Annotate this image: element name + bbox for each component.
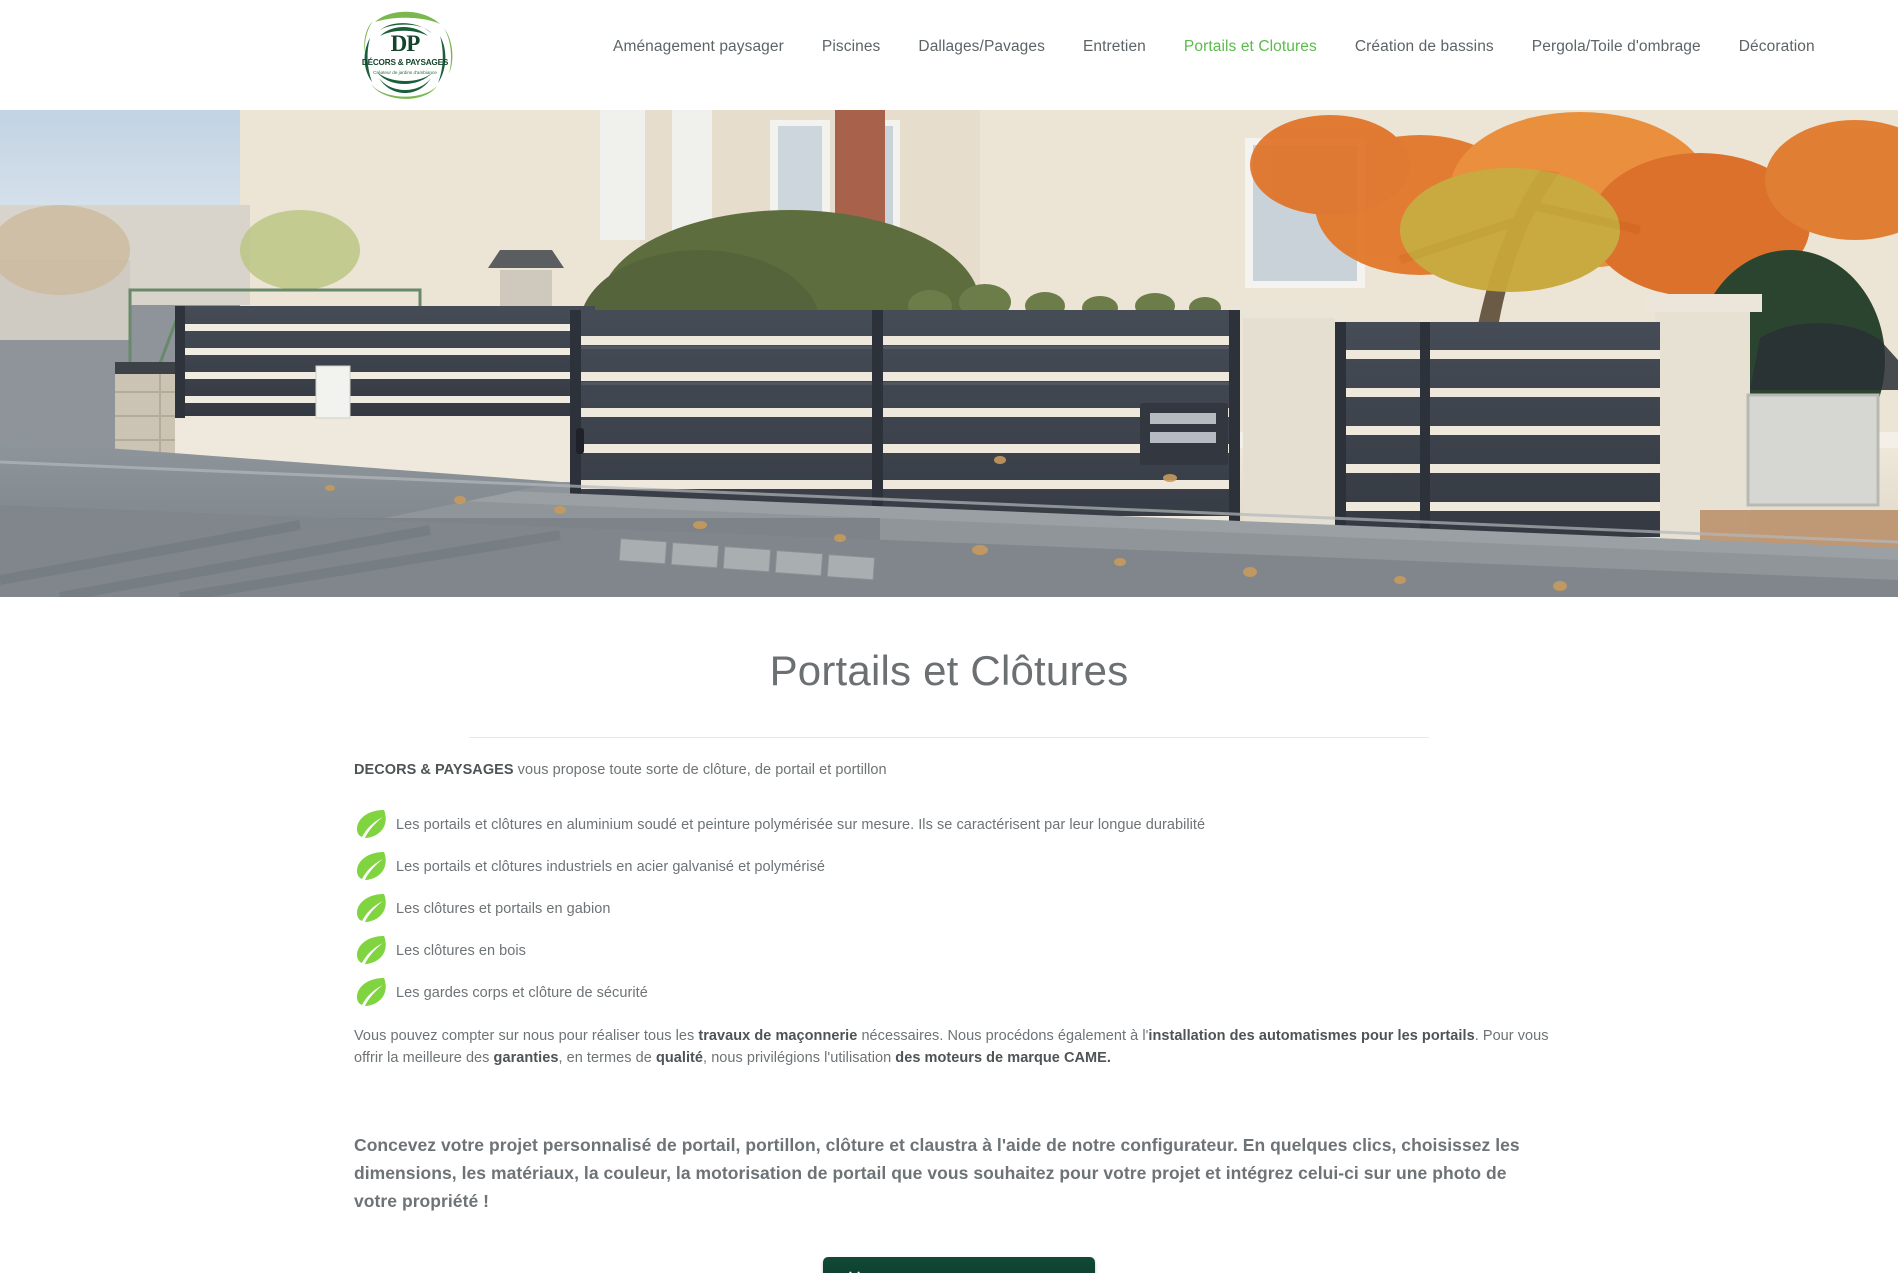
- site-header: DP DÉCORS & PAYSAGES Créateur de jardins…: [0, 0, 1898, 110]
- para-bold-moteurs-came: des moteurs de marque CAME.: [895, 1049, 1111, 1066]
- list-item-label: Les portails et clôtures industriels en …: [396, 859, 825, 875]
- nav-item-entretien[interactable]: Entretien: [1064, 36, 1165, 58]
- logo-mark-icon: DP DÉCORS & PAYSAGES Créateur de jardins…: [362, 11, 453, 99]
- page-title: Portails et Clôtures: [769, 647, 1129, 694]
- para-bold-automatismes: installation des automatismes pour les p…: [1148, 1028, 1475, 1044]
- para-text-2: nécessaires. Nous procédons également à …: [857, 1028, 1149, 1044]
- lead-text: vous propose toute sorte de clôture, de …: [513, 762, 887, 778]
- nav-item-piscines[interactable]: Piscines: [803, 36, 900, 58]
- cta-row: Démarrer un nouveau projet: [354, 1257, 1564, 1273]
- list-item: Les clôtures et portails en gabion: [354, 890, 1554, 924]
- masonry-paragraph: Vous pouvez compter sur nous pour réalis…: [354, 1026, 1554, 1069]
- nav-item-pergola-toile-ombrage[interactable]: Pergola/Toile d'ombrage: [1513, 36, 1720, 58]
- hero-banner-image: [0, 110, 1898, 597]
- para-text-4: , en termes de: [558, 1049, 656, 1066]
- svg-text:DÉCORS & PAYSAGES: DÉCORS & PAYSAGES: [362, 57, 449, 67]
- list-item-label: Les portails et clôtures en aluminium so…: [396, 817, 1206, 833]
- svg-text:Créateur de jardins d'ambiance: Créateur de jardins d'ambiance: [373, 70, 437, 75]
- page-content: Portails et Clôtures DECORS & PAYSAGES v…: [0, 647, 1898, 1273]
- list-item-label: Les clôtures et portails en gabion: [396, 901, 611, 917]
- para-bold-travaux: travaux de maçonnerie: [698, 1028, 858, 1044]
- para-bold-garanties: garanties: [493, 1049, 559, 1066]
- list-item-label: Les gardes corps et clôture de sécurité: [396, 985, 648, 1001]
- leaf-bullet-icon: [357, 810, 386, 838]
- list-item: Les gardes corps et clôture de sécurité: [354, 974, 1554, 1008]
- services-list: Les portails et clôtures en aluminium so…: [354, 806, 1554, 1008]
- nav-item-decoration[interactable]: Décoration: [1720, 36, 1834, 58]
- lead-brand-name: DECORS & PAYSAGES: [354, 762, 514, 778]
- nav-item-creation-de-bassins[interactable]: Création de bassins: [1336, 36, 1513, 58]
- nav-item-portails-et-clotures[interactable]: Portails et Clotures: [1165, 36, 1336, 58]
- hero-photo: [0, 110, 1898, 597]
- configurator-callout: Concevez votre projet personnalisé de po…: [354, 1135, 1520, 1211]
- main-navigation: Aménagement paysager Piscines Dallages/P…: [594, 36, 1834, 58]
- lead-paragraph: DECORS & PAYSAGES vous propose toute sor…: [354, 760, 1554, 780]
- list-item: Les clôtures en bois: [354, 932, 1554, 966]
- site-logo[interactable]: DP DÉCORS & PAYSAGES Créateur de jardins…: [345, 2, 465, 106]
- para-text-5: , nous privilégions l'utilisation: [703, 1049, 896, 1066]
- para-bold-qualite: qualité: [655, 1049, 704, 1066]
- leaf-bullet-icon: [357, 978, 386, 1006]
- article-body: DECORS & PAYSAGES vous propose toute sor…: [344, 738, 1554, 1273]
- list-item-label: Les clôtures en bois: [396, 943, 526, 959]
- start-new-project-button[interactable]: Démarrer un nouveau projet: [822, 1257, 1096, 1273]
- leaf-bullet-icon: [357, 894, 386, 922]
- leaf-bullet-icon: [357, 936, 386, 964]
- para-text-1: Vous pouvez compter sur nous pour réalis…: [354, 1028, 699, 1044]
- leaf-bullet-icon: [357, 852, 386, 880]
- svg-text:DP: DP: [391, 31, 421, 56]
- nav-item-amenagement-paysager[interactable]: Aménagement paysager: [594, 36, 803, 58]
- nav-item-dallages-pavages[interactable]: Dallages/Pavages: [899, 36, 1064, 58]
- list-item: Les portails et clôtures en aluminium so…: [354, 806, 1554, 840]
- list-item: Les portails et clôtures industriels en …: [354, 848, 1554, 882]
